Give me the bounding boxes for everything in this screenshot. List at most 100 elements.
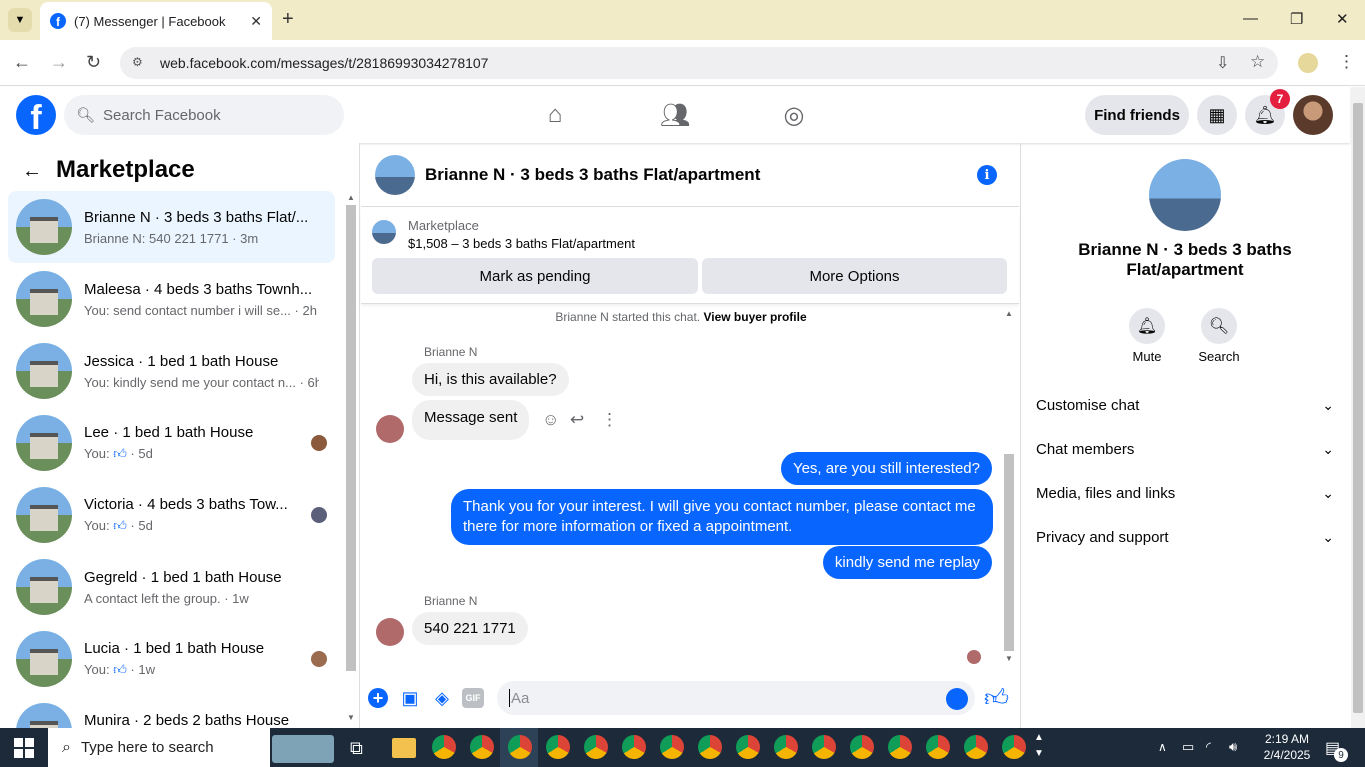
chrome-icon[interactable] [508,735,532,759]
facebook-logo-icon[interactable]: f [16,95,56,135]
battery-icon[interactable]: ▭ [1182,739,1194,755]
bookmark-star-icon[interactable]: ☆ [1250,52,1265,72]
tab-search-button[interactable]: ▼ [8,8,32,32]
back-icon[interactable]: ← [13,52,31,73]
url-text: web.facebook.com/messages/t/281869930342… [160,55,489,71]
back-arrow-icon[interactable]: ← [22,160,42,183]
groups-icon[interactable]: ◎ [779,100,809,130]
conversation-item[interactable]: Gegreld · 1 bed 1 bath House A contact l… [8,551,335,623]
account-avatar[interactable] [1293,95,1333,135]
conversation-item[interactable]: Lee · 1 bed 1 bath House You: 👍︎ · 5d [8,407,335,479]
chevron-down-icon: ⌄ [1322,528,1334,545]
chrome-icon[interactable] [584,735,608,759]
incoming-message[interactable]: 540 221 1771 [412,612,528,645]
reply-icon[interactable]: ↩ [570,410,584,430]
wifi-icon[interactable]: ◜ [1206,739,1211,755]
chat-members-section[interactable]: Chat members ⌄ [1036,427,1334,471]
forward-icon[interactable]: → [50,52,68,73]
chrome-icon[interactable] [964,735,988,759]
chat-title[interactable]: Brianne N · 3 beds 3 baths Flat/apartmen… [425,165,760,185]
conversation-list-scrollbar[interactable]: ▲ ▼ [344,193,358,726]
more-actions-icon[interactable]: ⋮ [601,410,618,430]
sender-avatar[interactable] [376,415,404,443]
chrome-icon[interactable] [888,735,912,759]
chat-scrollbar[interactable]: ▲ ▼ [1002,307,1016,667]
conversation-item[interactable]: Lucia · 1 bed 1 bath House You: 👍︎ · 1w [8,623,335,695]
minimize-icon[interactable]: — [1243,10,1258,27]
clock-date: 2/4/2025 [1263,748,1311,762]
conversation-item[interactable]: Maleesa · 4 beds 3 baths Townh... You: s… [8,263,335,335]
browser-profile-icon[interactable] [1298,53,1318,73]
volume-icon[interactable]: 🔊︎ [1229,739,1237,755]
info-icon[interactable]: i [977,165,997,185]
chrome-icon[interactable] [774,735,798,759]
browser-menu-icon[interactable]: ⋮ [1338,52,1355,72]
gif-icon[interactable]: GIF [462,688,484,708]
browser-tab[interactable]: f (7) Messenger | Facebook ✕ [40,2,272,40]
system-clock[interactable]: 2:19 AM 2/4/2025 [1257,731,1317,763]
view-buyer-profile-link[interactable]: View buyer profile [703,310,806,324]
mute-bell-icon[interactable]: 🔔︎ [1129,308,1165,344]
notification-center-badge: 9 [1334,748,1348,762]
friends-icon[interactable]: 👥︎ [660,100,690,130]
outgoing-message[interactable]: Yes, are you still interested? [780,452,992,485]
close-window-icon[interactable]: ✕ [1336,10,1349,28]
conversation-item[interactable]: Munira · 2 beds 2 baths House [8,695,335,728]
outgoing-message[interactable]: kindly send me replay [822,546,992,579]
search-icon[interactable]: 🔍︎ [1201,308,1237,344]
new-tab-button[interactable]: + [282,8,294,31]
message-input[interactable]: Aa [497,681,975,715]
emoji-icon[interactable] [946,688,968,710]
incoming-message[interactable]: Message sent [412,400,530,440]
listing-price[interactable]: $1,508 – 3 beds 3 baths Flat/apartment [408,236,635,251]
chrome-icon[interactable] [660,735,684,759]
taskbar-search-input[interactable]: ⌕ Type here to search [48,728,270,767]
chrome-icon[interactable] [698,735,722,759]
chrome-icon[interactable] [850,735,874,759]
sender-name: Brianne N [424,594,478,608]
chrome-icon[interactable] [546,735,570,759]
address-bar[interactable]: ⚙ web.facebook.com/messages/t/2818699303… [120,47,1278,79]
plus-icon[interactable]: + [368,688,388,708]
menu-grid-icon[interactable]: ▦ [1197,95,1237,135]
conversation-name: Maleesa · 4 beds 3 baths Townh... [84,280,313,298]
more-options-button[interactable]: More Options [702,258,1007,294]
task-view-icon[interactable]: ⧉ [350,738,363,759]
chat-avatar[interactable] [375,154,415,195]
mark-as-pending-button[interactable]: Mark as pending [372,258,698,294]
windows-start-icon[interactable] [14,738,34,758]
sticker-icon[interactable]: ◈ [432,688,452,708]
chrome-icon[interactable] [470,735,494,759]
incoming-message[interactable]: Hi, is this available? [412,363,569,396]
chrome-icon[interactable] [1002,735,1026,759]
chrome-icon[interactable] [812,735,836,759]
chrome-icon[interactable] [622,735,646,759]
file-explorer-icon[interactable] [392,738,416,758]
taskbar-scroll-arrows[interactable]: ▲ ▼ [1034,730,1044,762]
home-icon[interactable]: ⌂ [540,100,570,130]
install-app-icon[interactable]: ⇩ [1216,53,1229,73]
page-scrollbar[interactable] [1351,87,1365,728]
privacy-support-section[interactable]: Privacy and support ⌄ [1036,515,1334,559]
facebook-search-input[interactable]: 🔍︎ Search Facebook [64,95,344,135]
search-highlight-image[interactable] [272,735,334,763]
reload-icon[interactable]: ↻ [86,52,101,73]
chrome-icon[interactable] [736,735,760,759]
sender-avatar[interactable] [376,618,404,646]
thumbs-up-send-icon[interactable]: 👍︎ [984,685,1009,713]
conversation-item[interactable]: Brianne N · 3 beds 3 baths Flat/... Bria… [8,191,335,263]
media-files-links-section[interactable]: Media, files and links ⌄ [1036,471,1334,515]
react-emoji-icon[interactable]: ☺ [542,410,559,430]
find-friends-button[interactable]: Find friends [1085,95,1189,135]
maximize-icon[interactable]: ❐ [1290,10,1303,28]
hidden-icons-chevron-icon[interactable]: ∧ [1158,740,1167,754]
close-tab-icon[interactable]: ✕ [250,13,262,30]
outgoing-message[interactable]: Thank you for your interest. I will give… [451,489,993,545]
photo-icon[interactable]: ▣ [400,688,420,708]
conversation-item[interactable]: Victoria · 4 beds 3 baths Tow... You: 👍︎… [8,479,335,551]
chrome-icon[interactable] [432,735,456,759]
customise-chat-section[interactable]: Customise chat ⌄ [1036,383,1334,427]
conversation-item[interactable]: Jessica · 1 bed 1 bath House You: kindly… [8,335,335,407]
chrome-icon[interactable] [926,735,950,759]
site-info-icon[interactable]: ⚙ [132,55,148,71]
